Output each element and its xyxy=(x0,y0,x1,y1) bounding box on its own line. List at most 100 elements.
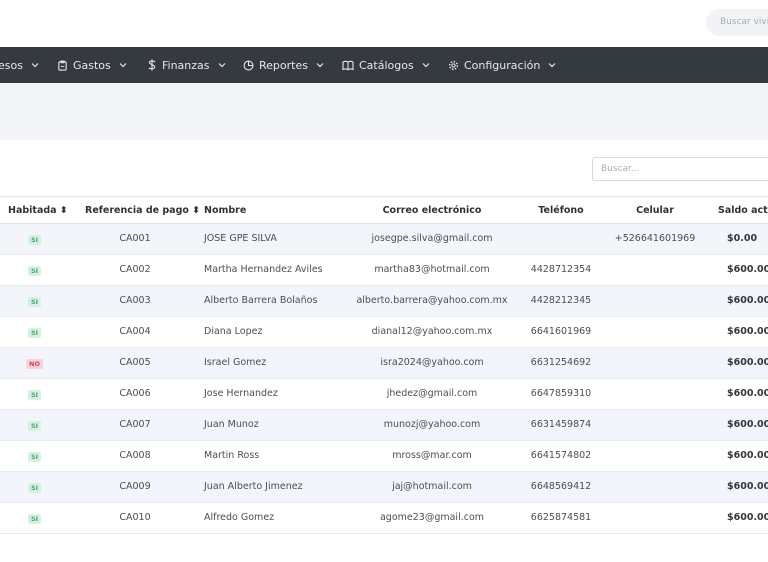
cell-referencia: CA003 xyxy=(119,295,151,306)
cell-saldo: $600.00 xyxy=(727,512,768,523)
nav-item-reportes[interactable]: Reportes xyxy=(243,47,324,83)
table-row[interactable]: SI CA009 Juan Alberto Jimenez jaj@hotmail.c… xyxy=(0,472,768,503)
column-header-correo: Correo electrónico xyxy=(382,205,482,216)
clipboard-icon xyxy=(58,59,67,71)
cell-saldo: $600.00 xyxy=(727,264,768,275)
cell-correo: dianal12@yahoo.com.mx xyxy=(371,326,493,337)
habitada-badge: NO xyxy=(26,359,43,369)
chevron-down-icon xyxy=(218,63,225,68)
cell-nombre: Jose Hernandez xyxy=(204,388,278,399)
top-bar: Buscar vivienda xyxy=(0,0,768,47)
habitada-badge: SI xyxy=(28,452,42,462)
book-icon xyxy=(342,60,354,71)
cell-nombre: Israel Gomez xyxy=(204,357,267,368)
column-header-telefono: Teléfono xyxy=(538,205,584,216)
cell-saldo: $0.00 xyxy=(727,233,758,244)
nav-item-label: Configuración xyxy=(464,58,541,72)
cell-telefono: 6641601969 xyxy=(530,326,592,337)
column-header-habitada[interactable]: Habitada ⬍ xyxy=(8,197,68,224)
dollar-icon xyxy=(148,59,156,71)
habitada-badge: SI xyxy=(28,483,42,493)
table-header: Habitada ⬍ Referencia de pago ⬍ Nombre C… xyxy=(0,196,768,224)
cell-saldo: $600.00 xyxy=(727,481,768,492)
cell-telefono: 6648569412 xyxy=(530,481,592,492)
chevron-down-icon xyxy=(119,63,127,68)
table-row[interactable]: SI CA003 Alberto Barrera Bolaños alberto.ba… xyxy=(0,286,768,317)
cell-nombre: Juan Munoz xyxy=(204,419,259,430)
cell-nombre: Martha Hernandez Aviles xyxy=(204,264,323,275)
chevron-down-icon xyxy=(548,63,556,68)
column-header-saldo: Saldo actual xyxy=(718,205,768,216)
nav-item-label: Gastos xyxy=(73,58,111,72)
nav-item-finanzas[interactable]: Finanzas xyxy=(147,47,226,83)
cell-celular: +526641601969 xyxy=(614,233,696,244)
cell-correo: jhedez@gmail.com xyxy=(386,388,478,399)
cell-nombre: Juan Alberto Jimenez xyxy=(204,481,303,492)
table-row[interactable]: SI CA007 Juan Munoz munozj@yahoo.com 6631459… xyxy=(0,410,768,441)
cell-nombre: Diana Lopez xyxy=(204,326,263,337)
cell-saldo: $600.00 xyxy=(727,419,768,430)
habitada-badge: SI xyxy=(28,297,42,307)
cell-referencia: CA001 xyxy=(119,233,151,244)
table-row[interactable]: SI CA010 Alfredo Gomez agome23@gmail.com 662… xyxy=(0,503,768,534)
cell-saldo: $600.00 xyxy=(727,295,768,306)
sort-icon: ⬍ xyxy=(59,205,68,216)
cell-referencia: CA009 xyxy=(119,481,151,492)
cell-telefono: 6641574802 xyxy=(530,450,592,461)
column-header-referencia[interactable]: Referencia de pago ⬍ xyxy=(85,197,200,224)
cell-telefono: 6631459874 xyxy=(530,419,592,430)
table-row[interactable]: SI CA006 Jose Hernandez jhedez@gmail.com 664… xyxy=(0,379,768,410)
cell-nombre: Alberto Barrera Bolaños xyxy=(204,295,318,306)
cell-referencia: CA004 xyxy=(119,326,151,337)
table-row[interactable]: SI CA004 Diana Lopez dianal12@yahoo.com.mx 6… xyxy=(0,317,768,348)
nav-item-label: Reportes xyxy=(259,58,308,72)
cell-referencia: CA006 xyxy=(119,388,151,399)
chevron-down-icon xyxy=(316,63,324,68)
cell-telefono: 6647859310 xyxy=(530,388,592,399)
nav-item-catalogos[interactable]: Catálogos xyxy=(342,47,430,83)
habitada-badge: SI xyxy=(28,421,42,431)
property-search-input[interactable]: Buscar vivienda xyxy=(706,9,768,36)
table-row[interactable]: NO CA005 Israel Gomez isra2024@yahoo.com 663… xyxy=(0,348,768,379)
pie-chart-icon xyxy=(243,60,254,70)
cell-referencia: CA007 xyxy=(119,419,151,430)
habitada-badge: SI xyxy=(28,328,42,338)
cell-correo: agome23@gmail.com xyxy=(379,512,485,523)
cell-correo: mross@mar.com xyxy=(392,450,472,461)
page-header-band xyxy=(0,83,768,140)
cell-saldo: $600.00 xyxy=(727,326,768,337)
cell-referencia: CA010 xyxy=(119,512,151,523)
habitada-badge: SI xyxy=(28,514,42,524)
cell-nombre: Alfredo Gomez xyxy=(204,512,275,523)
table-row[interactable]: SI CA002 Martha Hernandez Aviles martha83@h… xyxy=(0,255,768,286)
cell-telefono: 4428712354 xyxy=(530,264,592,275)
cell-correo: jaj@hotmail.com xyxy=(392,481,472,492)
nav-item-configuracion[interactable]: Configuración xyxy=(448,47,556,83)
habitada-badge: SI xyxy=(28,390,42,400)
table-body: SI CA001 JOSE GPE SILVA josegpe.silva@gmail… xyxy=(0,224,768,534)
nav-item-label: Catálogos xyxy=(359,58,414,72)
nav-item-gastos[interactable]: Gastos xyxy=(57,47,127,83)
cell-telefono: 6625874581 xyxy=(530,512,592,523)
column-header-nombre: Nombre xyxy=(204,205,247,216)
table-row[interactable]: SI CA001 JOSE GPE SILVA josegpe.silva@gmail… xyxy=(0,224,768,255)
cell-nombre: JOSE GPE SILVA xyxy=(204,233,277,244)
main-navbar: esos Gastos Finanzas Reportes Catálogos … xyxy=(0,47,768,83)
cell-telefono: 6631254692 xyxy=(530,357,592,368)
cell-referencia: CA005 xyxy=(119,357,151,368)
nav-item-label: Finanzas xyxy=(162,58,210,72)
cell-saldo: $600.00 xyxy=(727,450,768,461)
table-search-input[interactable] xyxy=(592,157,768,181)
chevron-down-icon xyxy=(31,63,39,68)
cell-correo: isra2024@yahoo.com xyxy=(380,357,484,368)
cell-saldo: $600.00 xyxy=(727,357,768,368)
cell-telefono: 4428212345 xyxy=(530,295,592,306)
column-header-celular: Celular xyxy=(636,205,674,216)
cell-nombre: Martin Ross xyxy=(204,450,260,461)
table-row[interactable]: SI CA008 Martin Ross mross@mar.com 664157480… xyxy=(0,441,768,472)
habitada-badge: SI xyxy=(28,266,42,276)
cell-correo: alberto.barrera@yahoo.com.mx xyxy=(356,295,508,306)
nav-item-ingresos[interactable]: esos xyxy=(0,47,39,83)
cell-correo: josegpe.silva@gmail.com xyxy=(371,233,493,244)
cell-correo: martha83@hotmail.com xyxy=(374,264,490,275)
